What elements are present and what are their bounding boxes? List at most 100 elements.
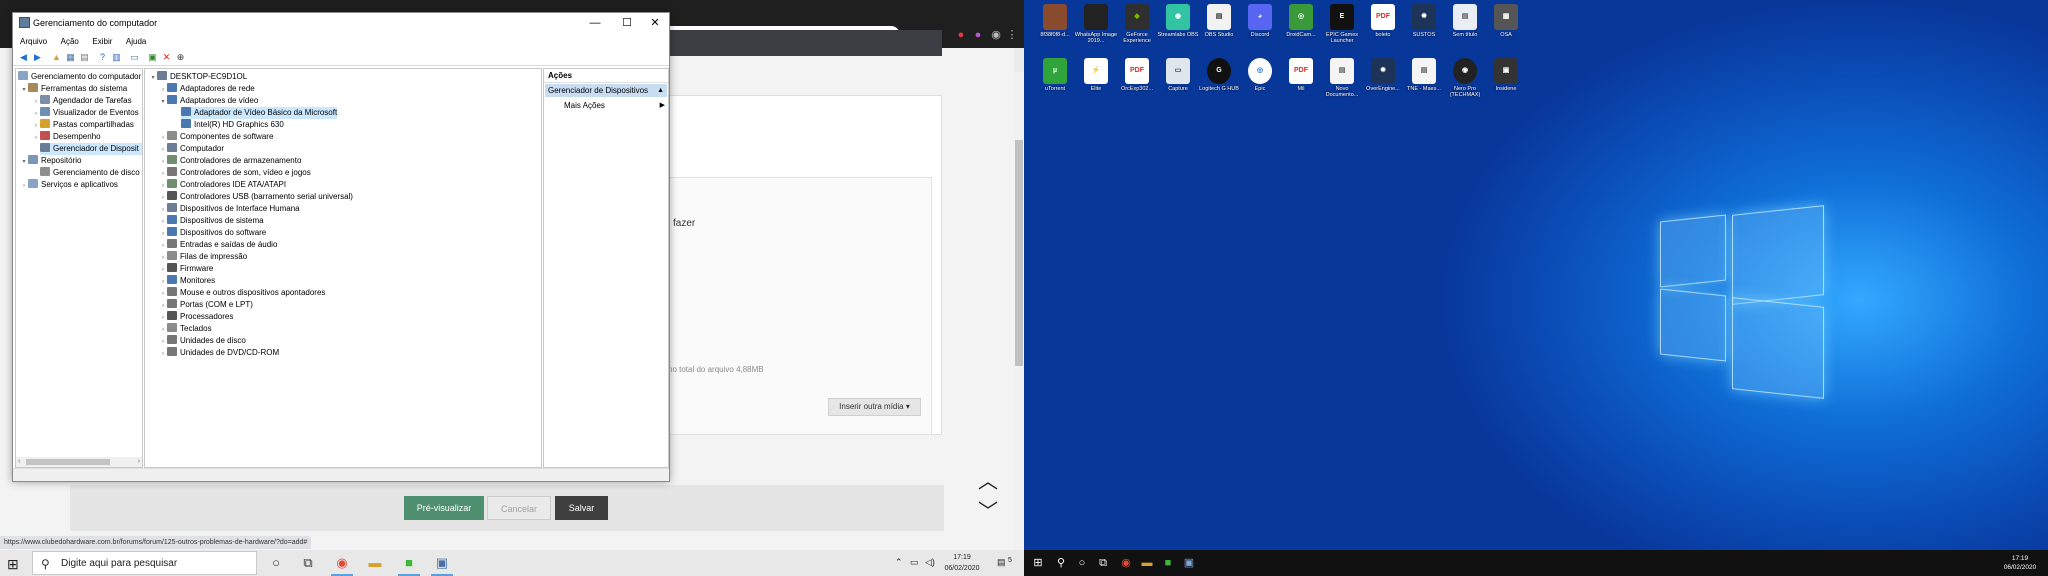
chrome-icon[interactable]: ◉	[331, 554, 353, 576]
desktop-icon[interactable]: ▣ Insidene	[1487, 56, 1525, 110]
tree-item[interactable]: › Processadores	[159, 311, 233, 323]
scroll-up-icon[interactable]: ︿	[978, 472, 998, 492]
desktop-icon[interactable]: PDF Mil	[1282, 56, 1320, 110]
help-icon[interactable]: ?	[97, 52, 108, 63]
desktop-icon[interactable]: 8f38f0f8-d...	[1036, 2, 1074, 56]
file-explorer-icon[interactable]: ▬	[366, 554, 384, 572]
tree-item[interactable]: › Computador	[159, 143, 224, 155]
tree-item[interactable]: › Serviços e aplicativos	[20, 179, 118, 191]
desktop-icon[interactable]: ◎ DroidCam...	[1282, 2, 1320, 56]
tree-item[interactable]: › Adaptadores de rede	[159, 83, 255, 95]
horizontal-scrollbar[interactable]: ‹ ›	[16, 457, 142, 467]
scan-hardware-icon[interactable]: ⊕	[175, 52, 186, 63]
collapse-icon[interactable]: ▾	[159, 96, 167, 108]
preview-button[interactable]: Pré-visualizar	[404, 496, 484, 520]
tree-item[interactable]: › Entradas e saídas de áudio	[159, 239, 277, 251]
tree-item[interactable]: › Dispositivos do software	[159, 227, 266, 239]
view-icon[interactable]: ▥	[111, 52, 122, 63]
desktop-icon[interactable]: µ uTorrent	[1036, 56, 1074, 110]
search-icon[interactable]: ⚲	[1054, 556, 1068, 570]
chrome-icon[interactable]: ◉	[1119, 556, 1133, 570]
tree-item[interactable]: › Dispositivos de sistema	[159, 215, 264, 227]
clock[interactable]: 17:19 06/02/2020	[1994, 554, 2046, 572]
scroll-left-icon[interactable]: ‹	[18, 457, 20, 467]
tree-item[interactable]: › Controladores USB (barramento serial un…	[159, 191, 353, 203]
tree-item[interactable]: › Unidades de disco	[159, 335, 246, 347]
tree-item[interactable]: ▾ Adaptadores de vídeo	[159, 95, 258, 107]
monitor-icon[interactable]: ▭	[129, 52, 140, 63]
desktop-icon[interactable]: ◉ Nero Pro (TECHMAX)	[1446, 56, 1484, 110]
tree-item[interactable]: › Componentes de software	[159, 131, 273, 143]
more-actions[interactable]: Mais Ações ▶	[564, 99, 668, 112]
collapse-icon[interactable]: ▾	[20, 156, 28, 168]
desktop-icon[interactable]: ◉ Streamlabs OBS	[1158, 2, 1198, 56]
uninstall-icon[interactable]: ✕	[161, 52, 172, 63]
attachments-area[interactable]	[650, 177, 932, 435]
tree-item[interactable]: › Agendador de Tarefas	[32, 95, 132, 107]
tree-item[interactable]: ▾ Ferramentas do sistema	[20, 83, 127, 95]
extension-icon[interactable]: ●	[955, 29, 967, 41]
task-view-icon[interactable]: ⧉	[299, 554, 317, 572]
computer-management-icon[interactable]: ▣	[431, 554, 453, 576]
expand-icon[interactable]: ›	[32, 132, 40, 144]
desktop-icon[interactable]: ✹ SUSTOS	[1405, 2, 1443, 56]
tree-item-device-manager[interactable]: Gerenciador de Disposit	[40, 143, 142, 155]
desktop-icon[interactable]: ◕ Discord	[1241, 2, 1279, 56]
computer-management-icon[interactable]: ▣	[1182, 556, 1196, 570]
file-explorer-icon[interactable]: ▬	[1140, 556, 1154, 570]
clock[interactable]: 17:19 06/02/2020	[940, 552, 984, 574]
expand-icon[interactable]: ›	[20, 180, 28, 192]
network-icon[interactable]: ▭	[910, 557, 919, 568]
tree-item[interactable]: › Firmware	[159, 263, 213, 275]
menu-acao[interactable]: Ação	[61, 35, 79, 49]
desktop-icon[interactable]: G Logitech G HUB	[1199, 56, 1239, 110]
windows-start-icon[interactable]: ⊞	[7, 557, 21, 571]
notification-icon[interactable]: ▤	[997, 557, 1006, 568]
back-icon[interactable]: ◀	[18, 52, 29, 63]
minimize-button[interactable]: —	[579, 13, 611, 33]
tree-item[interactable]: › Unidades de DVD/CD-ROM	[159, 347, 279, 359]
tree-item[interactable]: › Teclados	[159, 323, 212, 335]
properties-icon[interactable]: ▤	[79, 52, 90, 63]
cancel-button[interactable]: Cancelar	[487, 496, 551, 520]
tree-item[interactable]: › Mouse e outros dispositivos apontadores	[159, 287, 325, 299]
folder-up-icon[interactable]: ▲	[51, 52, 62, 63]
menu-arquivo[interactable]: Arquivo	[20, 35, 47, 49]
expand-icon[interactable]: ›	[159, 348, 167, 360]
forward-icon[interactable]: ▶	[32, 52, 43, 63]
desktop-icon[interactable]: ▤ OBS Studio	[1200, 2, 1238, 56]
tree-item[interactable]: › Controladores IDE ATA/ATAPI	[159, 179, 286, 191]
desktop-icon[interactable]: E EPIC Games Launcher	[1323, 2, 1361, 56]
page-scroll-thumb[interactable]	[1015, 140, 1023, 366]
tree-item[interactable]: ▾ Repositório	[20, 155, 81, 167]
tree-item[interactable]: Gerenciamento do computador	[18, 71, 141, 83]
tree-item[interactable]: › Desempenho	[32, 131, 101, 143]
scroll-right-icon[interactable]: ›	[138, 457, 140, 467]
desktop-icon[interactable]: WhatsApp Image 2019...	[1075, 2, 1117, 56]
desktop-icon[interactable]: ▤ Sem título	[1446, 2, 1484, 56]
menu-ajuda[interactable]: Ajuda	[126, 35, 146, 49]
show-hide-tree-icon[interactable]: ▦	[65, 52, 76, 63]
scroll-down-icon[interactable]: ﹀	[978, 502, 998, 522]
menu-exibir[interactable]: Exibir	[92, 35, 112, 49]
tree-item[interactable]: › Pastas compartilhadas	[32, 119, 134, 131]
close-button[interactable]: ✕	[639, 13, 671, 33]
tree-item[interactable]: › Controladores de som, vídeo e jogos	[159, 167, 311, 179]
collapse-up-icon[interactable]: ▲	[657, 84, 664, 97]
insert-media-button[interactable]: Inserir outra mídia ▾	[828, 398, 921, 416]
desktop-icon[interactable]: ▦ OSA	[1487, 2, 1525, 56]
tree-item[interactable]: › Controladores de armazenamento	[159, 155, 301, 167]
windows-start-icon[interactable]: ⊞	[1031, 556, 1045, 570]
tree-item[interactable]: › Visualizador de Eventos	[32, 107, 139, 119]
greenshot-icon[interactable]: ■	[398, 554, 420, 576]
scroll-thumb[interactable]	[26, 459, 110, 465]
desktop-icon[interactable]: ✹ OverEngine...	[1364, 56, 1402, 110]
desktop-icon[interactable]: ▭ Capture	[1159, 56, 1197, 110]
desktop-icon[interactable]: ▤ TNE - Maes...	[1405, 56, 1443, 110]
volume-icon[interactable]: ◁)	[925, 557, 935, 568]
tree-item[interactable]: › Dispositivos de Interface Humana	[159, 203, 300, 215]
greenshot-icon[interactable]: ■	[1161, 556, 1175, 570]
cortana-icon[interactable]: ○	[267, 554, 285, 572]
cortana-icon[interactable]: ○	[1075, 556, 1089, 570]
save-button[interactable]: Salvar	[555, 496, 608, 520]
